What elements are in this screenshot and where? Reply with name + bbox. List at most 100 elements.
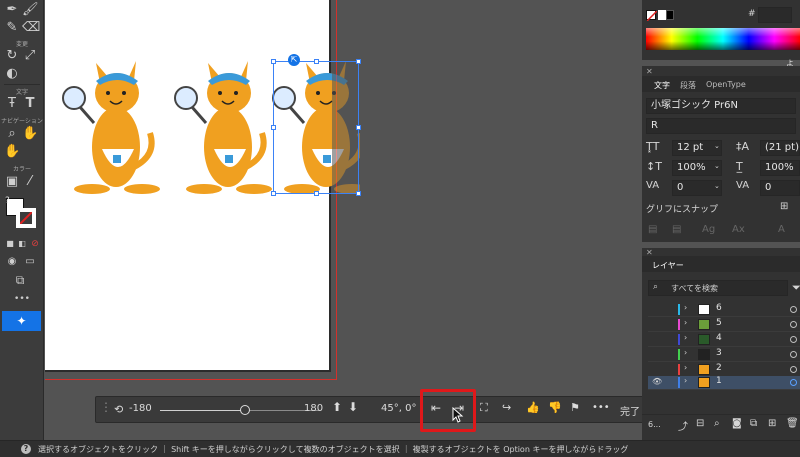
- layer-name[interactable]: 2: [716, 363, 722, 373]
- layer-row[interactable]: › 6: [648, 303, 800, 317]
- expand-icon[interactable]: ›: [684, 333, 687, 342]
- filter-icon[interactable]: ⏷: [792, 281, 800, 295]
- snap-icon[interactable]: Ax: [732, 224, 745, 235]
- expand-icon[interactable]: ›: [684, 303, 687, 312]
- share-icon[interactable]: ⛶: [480, 401, 488, 415]
- done-button[interactable]: 完了: [620, 403, 640, 418]
- trash-icon[interactable]: 🗑: [786, 418, 799, 429]
- rotate-icon[interactable]: ↻: [4, 48, 20, 64]
- collect-icon[interactable]: ⊟: [696, 418, 704, 429]
- angle-readout[interactable]: 45°, 0°: [381, 403, 416, 414]
- tab-layers[interactable]: レイヤー: [652, 260, 684, 271]
- hand-icon[interactable]: ✋: [22, 126, 38, 142]
- none-swatch[interactable]: [646, 10, 657, 21]
- layer-name[interactable]: 3: [716, 348, 722, 358]
- new-layer-icon[interactable]: ⊞: [768, 418, 776, 429]
- flag-icon[interactable]: ⚑: [570, 401, 580, 414]
- help-icon[interactable]: ?: [21, 444, 31, 454]
- eraser-icon[interactable]: ⌫: [22, 20, 40, 36]
- layer-row[interactable]: › 3: [648, 348, 800, 362]
- stroke-swatch[interactable]: [16, 208, 36, 228]
- color-spectrum[interactable]: [646, 28, 800, 50]
- expand-icon[interactable]: ›: [684, 376, 687, 385]
- thumbs-up-icon[interactable]: 👍: [526, 401, 540, 414]
- eyedropper-icon[interactable]: ⁄: [22, 174, 38, 190]
- resize-handle[interactable]: [271, 125, 276, 130]
- zoom-icon[interactable]: ⌕: [4, 126, 20, 142]
- rotate-view-icon[interactable]: ✋: [4, 144, 20, 160]
- new-sublayer-icon[interactable]: ⧉: [750, 418, 757, 429]
- snap-icon[interactable]: ▤: [648, 224, 657, 235]
- chevron-down-icon[interactable]: ⌄: [714, 162, 720, 170]
- layer-name[interactable]: 5: [716, 318, 722, 328]
- kangaroo-illustration-2[interactable]: [174, 55, 274, 197]
- layer-name[interactable]: 1: [716, 376, 722, 386]
- brush-icon[interactable]: 🖌: [22, 2, 39, 18]
- layer-row[interactable]: › 5: [648, 318, 800, 332]
- resize-handle[interactable]: [314, 59, 319, 64]
- fill-stroke-icon[interactable]: ?: [4, 196, 40, 232]
- target-icon[interactable]: [790, 336, 797, 343]
- type-on-path-icon[interactable]: Ŧ: [4, 96, 20, 112]
- search-icon[interactable]: ⌕: [714, 418, 720, 429]
- layer-row[interactable]: › 4: [648, 333, 800, 347]
- resize-handle[interactable]: [271, 59, 276, 64]
- eye-icon[interactable]: 👁: [652, 377, 662, 386]
- scale-icon[interactable]: ⤢: [22, 48, 38, 64]
- rotate-slider-thumb[interactable]: [240, 405, 250, 415]
- chevron-down-icon[interactable]: ⌄: [714, 142, 720, 150]
- snap-icon[interactable]: A: [778, 224, 785, 235]
- drag-handle-icon[interactable]: ⋮: [100, 400, 112, 414]
- resize-handle[interactable]: [356, 191, 361, 196]
- kangaroo-illustration-1[interactable]: [62, 55, 162, 197]
- tracking-field[interactable]: 0: [760, 180, 800, 196]
- pen-icon[interactable]: ✒: [4, 2, 20, 18]
- magic-icon[interactable]: ✦: [2, 311, 41, 331]
- layer-search-field[interactable]: ⌕ すべてを検索: [648, 280, 788, 296]
- font-family-field[interactable]: 小塚ゴシック Pr6N: [646, 98, 796, 114]
- more-tools[interactable]: •••: [0, 294, 44, 304]
- tab-paragraph[interactable]: 段落: [680, 80, 696, 91]
- target-icon[interactable]: [790, 366, 797, 373]
- layer-name[interactable]: 4: [716, 333, 722, 343]
- expand-icon[interactable]: ›: [684, 348, 687, 357]
- gradient-icon[interactable]: ▣: [4, 174, 20, 190]
- resize-handle[interactable]: [271, 191, 276, 196]
- more-options-icon[interactable]: •••: [592, 402, 610, 413]
- resize-handle[interactable]: [356, 59, 361, 64]
- artboard-icon[interactable]: ⧉: [12, 272, 28, 288]
- export-icon[interactable]: ↪: [502, 401, 511, 414]
- close-icon[interactable]: ✕: [646, 67, 653, 76]
- screen-mode-icon[interactable]: ▭: [22, 254, 38, 270]
- shape-builder-icon[interactable]: ◐: [4, 66, 20, 82]
- layer-name[interactable]: 6: [716, 303, 722, 313]
- snap-icon[interactable]: Ag: [702, 224, 715, 235]
- snap-icon[interactable]: ▤: [672, 224, 681, 235]
- selection-bounding-box[interactable]: [271, 59, 361, 196]
- target-icon[interactable]: [790, 379, 797, 386]
- leading-field[interactable]: (21 pt): [760, 140, 800, 156]
- snap-options-icon[interactable]: ⊞: [780, 201, 788, 212]
- draw-mode-icon[interactable]: ◉: [4, 254, 20, 270]
- pencil-icon[interactable]: ✎: [4, 20, 20, 36]
- type-icon[interactable]: T: [22, 96, 38, 112]
- expand-icon[interactable]: ›: [684, 318, 687, 327]
- tab-opentype[interactable]: OpenType: [706, 80, 746, 89]
- layer-row[interactable]: › 2: [648, 363, 800, 377]
- tab-character[interactable]: 文字: [654, 80, 670, 91]
- export-layer-icon[interactable]: ⤴: [678, 418, 688, 433]
- thumbs-down-icon[interactable]: 👎: [548, 401, 562, 414]
- arrow-down-icon[interactable]: ⬇: [348, 400, 358, 414]
- target-icon[interactable]: [790, 306, 797, 313]
- white-swatch[interactable]: [658, 10, 666, 20]
- horizontal-scale-field[interactable]: 100%: [760, 160, 800, 176]
- resize-handle[interactable]: [356, 125, 361, 130]
- target-icon[interactable]: [790, 351, 797, 358]
- quick-action-icon[interactable]: ⇱: [288, 54, 300, 66]
- layer-row-selected[interactable]: 👁 › 1: [648, 376, 800, 390]
- none-icon[interactable]: ⊘: [27, 236, 43, 252]
- black-swatch[interactable]: [666, 10, 674, 20]
- chevron-down-icon[interactable]: ⌄: [714, 182, 720, 190]
- resize-handle[interactable]: [314, 191, 319, 196]
- arrow-up-icon[interactable]: ⬆: [332, 400, 342, 414]
